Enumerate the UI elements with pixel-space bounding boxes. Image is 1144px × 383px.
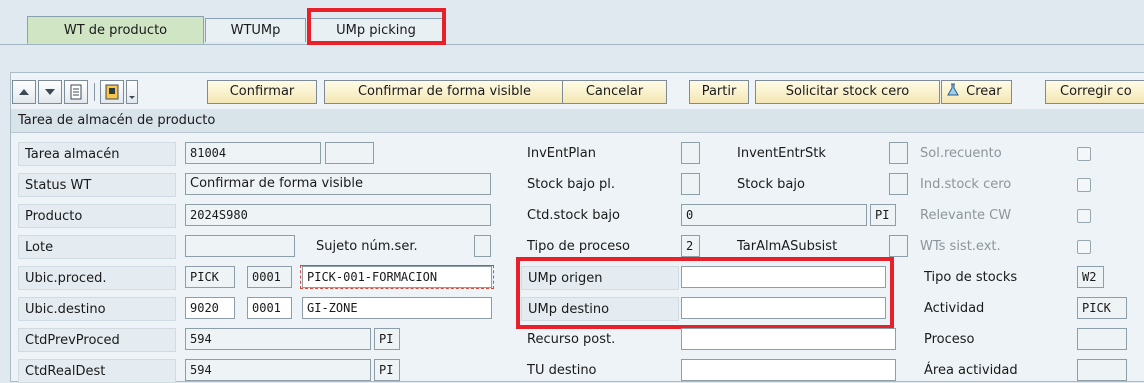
zero-stock-indicator-label: Ind.stock cero (920, 177, 1012, 192)
tu-dest-field[interactable] (681, 359, 896, 381)
stock-type-label: Tipo de stocks (924, 270, 1018, 285)
create-button[interactable]: Crear (941, 80, 1012, 104)
cw-relevant-checkbox[interactable] (1077, 209, 1091, 223)
planned-qty-label: CtdPrevProced (18, 328, 176, 352)
hu-source-label: UMp origen (521, 266, 679, 290)
tab-ump-picking[interactable]: UMp picking (309, 18, 443, 42)
layout-button[interactable] (100, 80, 124, 104)
dest-bin-label: Ubic.destino (18, 297, 176, 321)
status-field[interactable]: Confirmar de forma visible (185, 173, 491, 195)
product-label: Producto (18, 204, 176, 228)
low-qty-label: Ctd.stock bajo (527, 208, 620, 223)
stock-type-field[interactable]: W2 (1077, 266, 1104, 288)
scroll-down-button[interactable] (38, 80, 62, 104)
subsystem-field[interactable] (889, 235, 908, 257)
dest-type-field[interactable]: 9020 (185, 297, 235, 319)
external-system-checkbox[interactable] (1077, 240, 1091, 254)
dest-section-field[interactable]: 0001 (247, 297, 292, 319)
chevron-down-icon (129, 96, 135, 99)
hu-dest-label: UMp destino (521, 297, 679, 321)
actual-qty-label: CtdRealDest (18, 359, 176, 383)
triangle-down-icon (45, 89, 55, 95)
actual-qty-field[interactable]: 594 (185, 359, 371, 381)
planned-qty-unit[interactable]: PI (374, 328, 400, 350)
flask-icon (947, 83, 959, 96)
activity-area-field[interactable] (1077, 359, 1127, 381)
count-request-checkbox[interactable] (1077, 147, 1091, 161)
triangle-up-icon (19, 89, 29, 95)
subsystem-label: TarAlmASubsist (737, 239, 838, 254)
serial-checkbox-field[interactable] (474, 235, 491, 257)
create-label: Crear (966, 84, 1002, 99)
planned-qty-field[interactable]: 594 (185, 328, 371, 350)
details-button[interactable] (64, 80, 88, 104)
status-label: Status WT (18, 173, 176, 197)
low-stock-label: Stock bajo (737, 177, 805, 192)
product-field[interactable]: 2024S980 (185, 204, 491, 226)
process-field[interactable] (1077, 328, 1127, 350)
resource-field[interactable] (681, 328, 896, 350)
section-title: Tarea de almacén de producto (11, 109, 1144, 133)
process-type-label: Tipo de proceso (527, 239, 631, 254)
inv-stk-field[interactable] (889, 142, 908, 164)
source-section-field[interactable]: 0001 (247, 266, 292, 288)
batch-label: Lote (18, 235, 176, 259)
serial-label: Sujeto núm.ser. (316, 239, 418, 254)
document-icon (70, 84, 82, 100)
dest-bin-field[interactable]: GI-ZONE (302, 297, 492, 319)
inv-stk-label: InventEntrStk (737, 146, 826, 161)
tab-wtump[interactable]: WTUMp (205, 18, 306, 42)
task-field[interactable]: 81004 (185, 142, 321, 164)
hu-source-field[interactable] (681, 266, 886, 288)
hu-dest-field[interactable] (681, 297, 886, 319)
correct-button[interactable]: Corregir co (1045, 80, 1144, 104)
activity-area-label: Área actividad (924, 363, 1018, 378)
activity-field[interactable]: PICK (1077, 297, 1127, 319)
low-plan-field[interactable] (681, 173, 700, 195)
process-label: Proceso (924, 332, 975, 347)
source-bin-field[interactable]: PICK-001-FORMACION (302, 266, 492, 288)
process-type-field[interactable]: 2 (681, 235, 700, 257)
task-extra-field[interactable] (325, 142, 374, 164)
toolbar: Confirmar Confirmar de forma visible Can… (12, 80, 1144, 106)
layout-icon (105, 84, 119, 100)
tab-strip: WT de producto WTUMp UMp picking (0, 0, 1144, 45)
low-qty-field[interactable]: 0 (681, 204, 867, 226)
count-request-label: Sol.recuento (920, 146, 1002, 161)
inv-plan-field[interactable] (681, 142, 700, 164)
zero-stock-button[interactable]: Solicitar stock cero (755, 80, 940, 104)
external-system-label: WTs sist.ext. (920, 239, 1001, 254)
confirm-visible-button[interactable]: Confirmar de forma visible (324, 80, 565, 104)
batch-field[interactable] (185, 235, 295, 257)
low-plan-label: Stock bajo pl. (527, 177, 616, 192)
layout-dropdown[interactable] (126, 80, 138, 104)
toolbar-separator (94, 83, 95, 101)
actual-qty-unit[interactable]: PI (374, 359, 400, 381)
activity-label: Actividad (924, 301, 985, 316)
scroll-up-button[interactable] (12, 80, 36, 104)
zero-stock-indicator-checkbox[interactable] (1077, 178, 1091, 192)
low-stock-field[interactable] (889, 173, 908, 195)
resource-label: Recurso post. (527, 332, 616, 347)
cw-relevant-label: Relevante CW (920, 208, 1012, 223)
tu-dest-label: TU destino (527, 363, 597, 378)
confirm-button[interactable]: Confirmar (207, 80, 317, 104)
task-label: Tarea almacén (18, 142, 176, 166)
low-qty-unit[interactable]: PI (870, 204, 896, 226)
source-bin-label: Ubic.proced. (18, 266, 176, 290)
inv-plan-label: InvEntPlan (527, 146, 596, 161)
cancel-button[interactable]: Cancelar (562, 80, 667, 104)
split-button[interactable]: Partir (689, 80, 749, 104)
tab-wt-producto[interactable]: WT de producto (27, 16, 204, 44)
source-type-field[interactable]: PICK (185, 266, 235, 288)
